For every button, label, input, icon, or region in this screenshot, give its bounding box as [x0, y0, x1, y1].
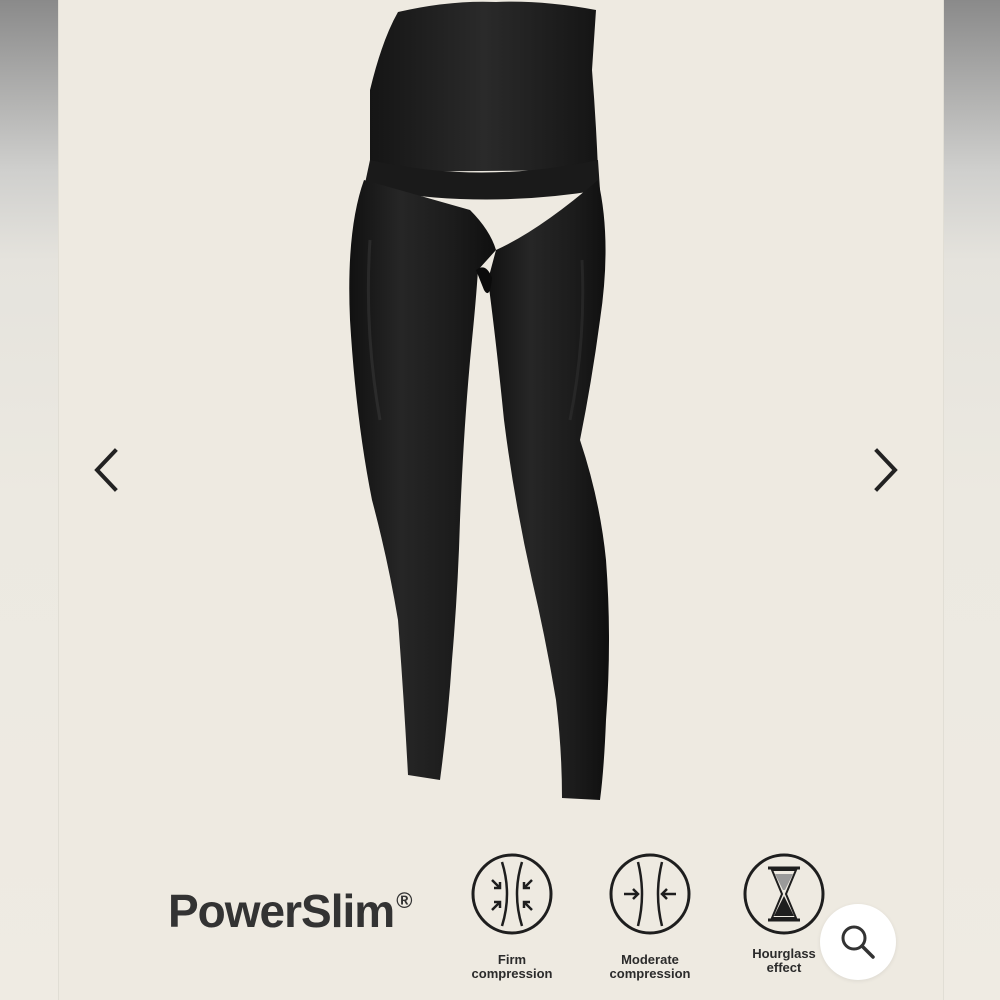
- carousel-prev-button[interactable]: [76, 440, 136, 500]
- right-divider: [943, 0, 944, 1000]
- brand-name: PowerSlim®: [168, 885, 412, 937]
- crotch-shadow: [476, 267, 492, 294]
- product-gallery: PowerSlim® Firm compression Moderate com…: [0, 0, 1000, 1000]
- hourglass-icon: [743, 853, 825, 935]
- feature-label: Moderate compression: [609, 952, 691, 981]
- search-icon: [841, 925, 875, 959]
- right-leg: [488, 180, 609, 800]
- left-divider: [58, 0, 59, 1000]
- chevron-left-icon: [94, 448, 118, 492]
- feature-label: Firm compression: [471, 952, 553, 981]
- feature-firm-compression: Firm compression: [452, 852, 572, 981]
- chevron-right-icon: [874, 448, 898, 492]
- right-backdrop: [944, 0, 1000, 1000]
- registered-mark: ®: [396, 888, 412, 913]
- product-image[interactable]: [300, 0, 700, 820]
- left-backdrop: [0, 0, 58, 1000]
- left-leg: [349, 180, 496, 780]
- carousel-next-button[interactable]: [856, 440, 916, 500]
- feature-moderate-compression: Moderate compression: [590, 852, 710, 981]
- zoom-button[interactable]: [820, 904, 896, 980]
- firm-compression-icon: [471, 853, 553, 935]
- brand-text: PowerSlim: [168, 885, 395, 937]
- moderate-compression-icon: [609, 853, 691, 935]
- waistband: [370, 1, 598, 172]
